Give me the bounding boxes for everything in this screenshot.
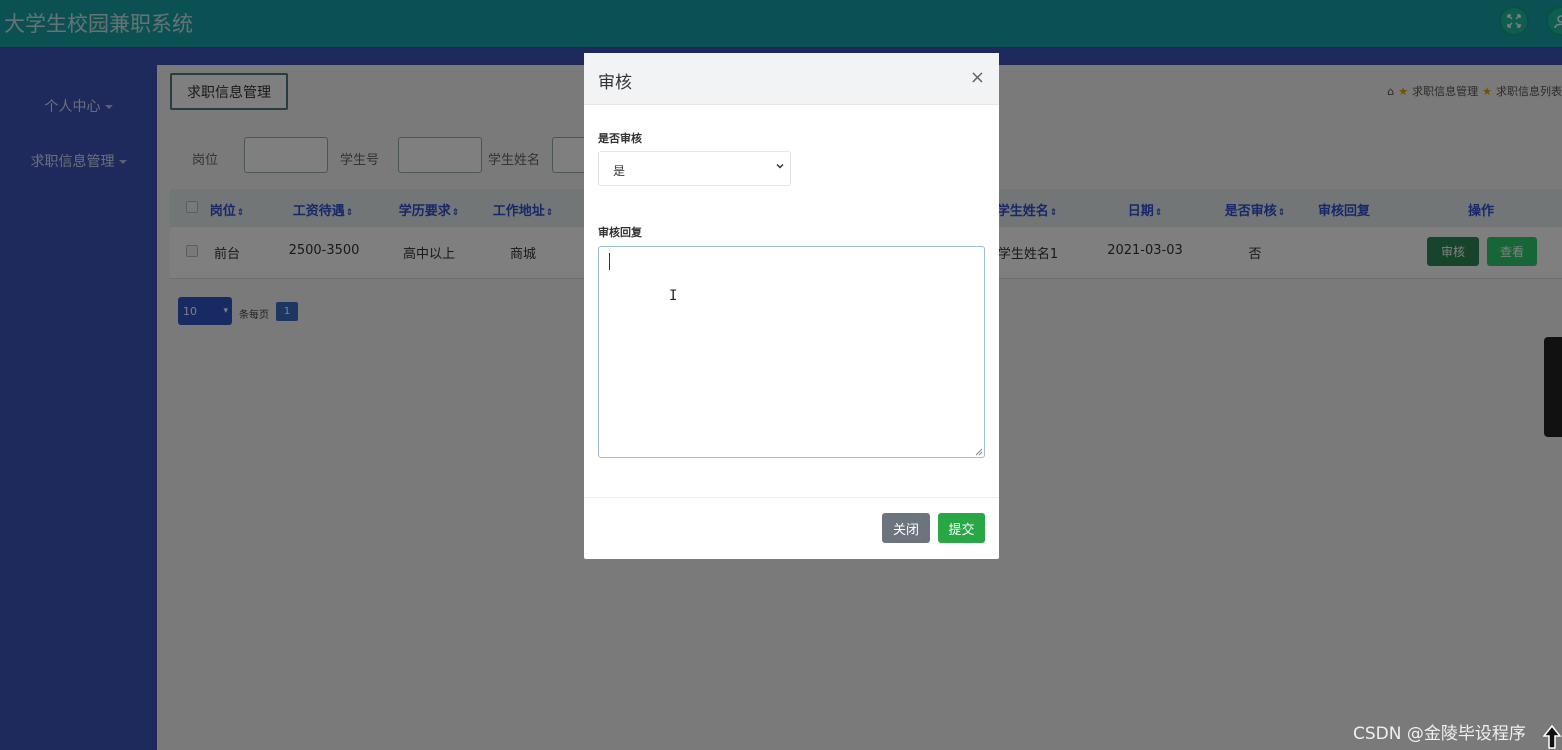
close-icon[interactable]: ×	[970, 67, 985, 88]
audit-status-label: 是否审核	[598, 132, 642, 145]
audit-reply-textarea[interactable]: I	[598, 246, 985, 458]
resize-grip-icon[interactable]	[975, 448, 983, 456]
watermark: CSDN @金陵毕设程序	[1353, 724, 1526, 744]
text-cursor-icon: I	[669, 288, 678, 304]
modal-header: 审核 ×	[584, 53, 999, 105]
modal-footer: 关闭 提交	[584, 497, 999, 559]
audit-status-value: 是	[613, 164, 626, 178]
text-caret	[609, 253, 610, 270]
mouse-cursor-icon	[1543, 724, 1562, 749]
modal-title: 审核	[598, 73, 632, 93]
close-button[interactable]: 关闭	[882, 513, 930, 543]
audit-modal: 审核 × 是否审核 是 审核回复 I 关闭 提交	[584, 53, 999, 559]
audit-status-select[interactable]: 是	[598, 151, 791, 186]
submit-button[interactable]: 提交	[938, 513, 985, 543]
audit-reply-label: 审核回复	[598, 226, 642, 239]
chevron-down-icon	[776, 163, 784, 169]
